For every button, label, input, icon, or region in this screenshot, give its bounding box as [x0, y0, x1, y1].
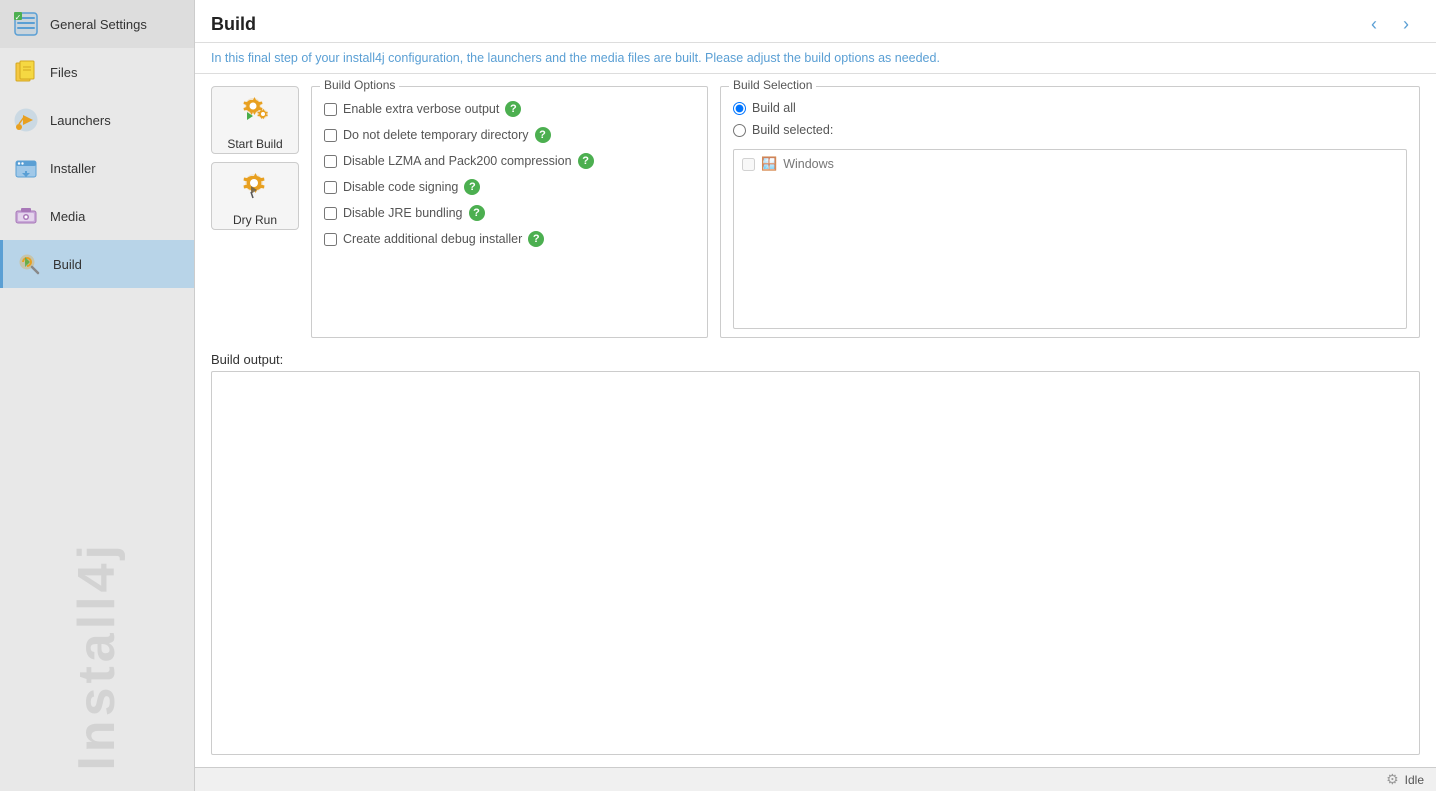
option-disable-jre-label: Disable JRE bundling — [343, 206, 463, 220]
option-disable-signing-label: Disable code signing — [343, 180, 458, 194]
build-all-label: Build all — [752, 101, 796, 115]
option-disable-lzma: Disable LZMA and Pack200 compression ? — [324, 153, 695, 169]
build-all-radio[interactable] — [733, 102, 746, 115]
option-no-delete-temp-label: Do not delete temporary directory — [343, 128, 529, 142]
sidebar-item-launchers[interactable]: Launchers — [0, 96, 194, 144]
sidebar-label-media: Media — [50, 209, 85, 224]
option-disable-lzma-checkbox[interactable] — [324, 155, 337, 168]
build-selected-label: Build selected: — [752, 123, 833, 137]
option-verbose-checkbox[interactable] — [324, 103, 337, 116]
build-output-box — [211, 371, 1420, 755]
sidebar-item-installer[interactable]: Installer — [0, 144, 194, 192]
dry-run-label: Dry Run — [233, 213, 277, 227]
nav-forward-button[interactable]: › — [1392, 10, 1420, 38]
navigation-arrows: ‹ › — [1360, 10, 1420, 38]
option-debug-installer-label: Create additional debug installer — [343, 232, 522, 246]
status-bar: ⚙ Idle — [195, 767, 1436, 791]
option-disable-lzma-label: Disable LZMA and Pack200 compression — [343, 154, 572, 168]
options-list: Enable extra verbose output ? Do not del… — [324, 101, 695, 247]
svg-text:✓: ✓ — [15, 13, 22, 22]
build-top-section: Start Build — [211, 86, 1420, 338]
sidebar: ✓ General Settings Files Launchers — [0, 0, 195, 791]
selection-options: Build all Build selected: 🪟 Windows — [733, 101, 1407, 329]
option-verbose: Enable extra verbose output ? — [324, 101, 695, 117]
sidebar-label-files: Files — [50, 65, 77, 80]
option-no-delete-temp: Do not delete temporary directory ? — [324, 127, 695, 143]
option-verbose-label: Enable extra verbose output — [343, 102, 499, 116]
build-selected-row: Build selected: — [733, 123, 1407, 137]
sidebar-label-build: Build — [53, 257, 82, 272]
build-options-panel: Build Options Enable extra verbose outpu… — [311, 86, 708, 338]
sidebar-item-files[interactable]: Files — [0, 48, 194, 96]
sidebar-item-general-settings[interactable]: ✓ General Settings — [0, 0, 194, 48]
main-content: Build ‹ › In this final step of your ins… — [195, 0, 1436, 791]
platforms-box: 🪟 Windows — [733, 149, 1407, 329]
build-selection-title: Build Selection — [729, 78, 816, 92]
build-output-label: Build output: — [211, 352, 1420, 367]
page-description: In this final step of your install4j con… — [195, 43, 1436, 74]
start-build-button[interactable]: Start Build — [211, 86, 299, 154]
build-output-section: Build output: — [211, 352, 1420, 755]
dry-run-button[interactable]: Dry Run — [211, 162, 299, 230]
platform-windows-row: 🪟 Windows — [742, 154, 1398, 174]
option-disable-jre: Disable JRE bundling ? — [324, 205, 695, 221]
main-header: Build ‹ › — [195, 0, 1436, 43]
launchers-icon — [12, 106, 40, 134]
dry-run-icon — [237, 166, 273, 209]
sidebar-item-media[interactable]: Media — [0, 192, 194, 240]
build-icon — [15, 250, 43, 278]
installer-icon — [12, 154, 40, 182]
build-selection-panel: Build Selection Build all Build selected… — [720, 86, 1420, 338]
option-debug-installer: Create additional debug installer ? — [324, 231, 695, 247]
build-action-buttons: Start Build — [211, 86, 299, 338]
media-icon — [12, 202, 40, 230]
watermark: Install4j — [0, 591, 194, 771]
option-debug-installer-checkbox[interactable] — [324, 233, 337, 246]
platform-windows-checkbox[interactable] — [742, 158, 755, 171]
help-no-delete-temp-icon[interactable]: ? — [535, 127, 551, 143]
status-text: Idle — [1405, 773, 1424, 787]
platform-windows-label: Windows — [783, 157, 834, 171]
option-disable-signing-checkbox[interactable] — [324, 181, 337, 194]
page-title: Build — [211, 14, 256, 35]
sidebar-label-launchers: Launchers — [50, 113, 111, 128]
help-disable-jre-icon[interactable]: ? — [469, 205, 485, 221]
help-disable-lzma-icon[interactable]: ? — [578, 153, 594, 169]
files-icon — [12, 58, 40, 86]
build-all-row: Build all — [733, 101, 1407, 115]
start-build-label: Start Build — [227, 137, 282, 151]
windows-icon: 🪟 — [761, 156, 777, 172]
general-settings-icon: ✓ — [12, 10, 40, 38]
option-disable-jre-checkbox[interactable] — [324, 207, 337, 220]
status-spinner-icon: ⚙ — [1386, 771, 1399, 788]
option-disable-signing: Disable code signing ? — [324, 179, 695, 195]
main-body: Start Build — [195, 74, 1436, 767]
sidebar-item-build[interactable]: Build — [0, 240, 194, 288]
help-disable-signing-icon[interactable]: ? — [464, 179, 480, 195]
option-no-delete-temp-checkbox[interactable] — [324, 129, 337, 142]
sidebar-label-general-settings: General Settings — [50, 17, 147, 32]
build-options-title: Build Options — [320, 78, 399, 92]
help-debug-installer-icon[interactable]: ? — [528, 231, 544, 247]
sidebar-label-installer: Installer — [50, 161, 96, 176]
help-verbose-icon[interactable]: ? — [505, 101, 521, 117]
start-build-icon — [237, 90, 273, 133]
build-selected-radio[interactable] — [733, 124, 746, 137]
nav-back-button[interactable]: ‹ — [1360, 10, 1388, 38]
